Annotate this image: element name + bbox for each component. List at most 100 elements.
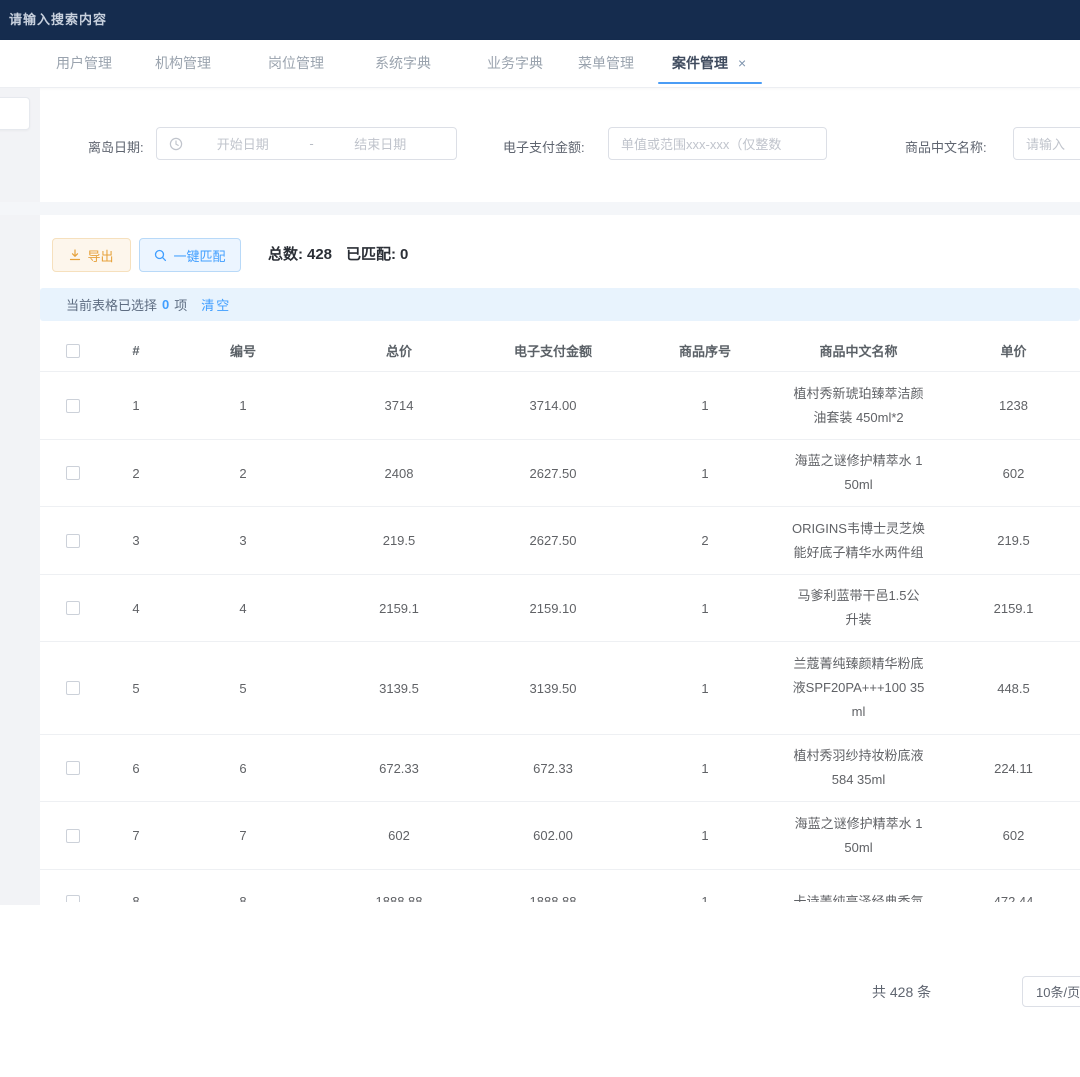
cell-total: 1888.88 [320,870,478,902]
collapse-toggle[interactable] [0,97,30,130]
cell-index: 3 [106,507,166,574]
cell-seq: 1 [628,802,782,869]
cell-unit-price: 472.44 [935,870,1080,902]
global-search-input[interactable]: 请输入搜索内容 [9,9,107,28]
tab-business-dict[interactable]: 业务字典 [487,40,543,87]
cell-product-name: 海蓝之谜修护精萃水 150ml [792,812,926,860]
tab-menu-management[interactable]: 菜单管理 [578,40,634,87]
cell-code: 6 [166,735,320,801]
case-management-page: { "topbar": { "search_placeholder": "请输入… [0,0,1080,1077]
cell-payment: 3714.00 [478,372,628,439]
cell-seq: 2 [628,507,782,574]
cell-code: 5 [166,642,320,734]
date-filter-label: 离岛日期: [88,137,144,156]
clear-selection-link[interactable]: 清空 [201,295,231,314]
cell-seq: 1 [628,575,782,641]
product-name-placeholder: 请输入 [1026,134,1065,153]
cell-product-name: 植村秀新琥珀臻萃洁颜油套装 450ml*2 [792,382,926,430]
cell-seq: 1 [628,440,782,506]
cell-product-name: 植村秀羽纱持妆粉底液 584 35ml [792,744,926,792]
start-date-placeholder[interactable]: 开始日期 [183,134,303,153]
amount-filter-label: 电子支付金额: [503,137,585,156]
section-gap [0,202,1080,215]
cell-index: 5 [106,642,166,734]
page-size-select[interactable]: 10条/页 [1022,976,1080,1007]
cell-code: 7 [166,802,320,869]
header-index: # [106,330,166,371]
tab-post-management[interactable]: 岗位管理 [268,40,324,87]
cell-unit-price: 448.5 [935,642,1080,734]
total-value: 428 [307,246,332,263]
table-row: 1 1 3714 3714.00 1 植村秀新琥珀臻萃洁颜油套装 450ml*2… [40,372,1080,440]
cell-payment: 602.00 [478,802,628,869]
selection-count: 0 [162,297,169,312]
table-header-row: # 编号 总价 电子支付金额 商品序号 商品中文名称 单价 [40,330,1080,372]
cell-index: 8 [106,870,166,902]
end-date-placeholder[interactable]: 结束日期 [321,134,441,153]
cell-unit-price: 1238 [935,372,1080,439]
cell-payment: 2627.50 [478,440,628,506]
header-name: 商品中文名称 [782,330,935,371]
table-row: 2 2 2408 2627.50 1 海蓝之谜修护精萃水 150ml 602 [40,440,1080,507]
cell-index: 1 [106,372,166,439]
table-row: 5 5 3139.5 3139.50 1 兰蔻菁纯臻颜精华粉底液SPF20PA+… [40,642,1080,735]
one-click-match-button[interactable]: 一键匹配 [139,238,241,272]
row-checkbox[interactable] [66,761,80,775]
product-name-filter-label: 商品中文名称: [905,137,987,156]
cell-product-name: 马爹利蓝带干邑1.5公升装 [792,584,926,632]
payment-amount-input[interactable]: 单值或范围xxx-xxx（仅整数 [608,127,827,160]
row-checkbox[interactable] [66,829,80,843]
header-payment: 电子支付金额 [478,330,628,371]
matched-label: 已匹配: [346,246,396,263]
tab-case-management[interactable]: 案件管理 × [672,40,746,87]
product-name-input[interactable]: 请输入 [1013,127,1080,160]
row-checkbox[interactable] [66,681,80,695]
export-button[interactable]: 导出 [52,238,131,272]
cell-total: 672.33 [320,735,478,801]
cell-total: 2408 [320,440,478,506]
tab-user-management[interactable]: 用户管理 [56,40,112,87]
cell-product-name: ORIGINS韦博士灵芝焕能好底子精华水两件组 [792,517,926,565]
top-navbar: 请输入搜索内容 [0,0,1080,40]
tab-bar: 用户管理 机构管理 岗位管理 系统字典 业务字典 菜单管理 案件管理 × [0,40,1080,88]
row-checkbox[interactable] [66,466,80,480]
cell-total: 219.5 [320,507,478,574]
cell-unit-price: 602 [935,440,1080,506]
close-icon[interactable]: × [738,55,746,71]
row-checkbox[interactable] [66,399,80,413]
cell-total: 3139.5 [320,642,478,734]
cell-product-name: 兰蔻菁纯臻颜精华粉底液SPF20PA+++100 35ml [792,652,926,724]
search-icon [154,249,167,262]
total-label: 总数: [268,246,303,263]
clock-icon [169,137,183,151]
cell-payment: 3139.50 [478,642,628,734]
select-all-checkbox[interactable] [66,344,80,358]
cell-index: 4 [106,575,166,641]
cell-seq: 1 [628,372,782,439]
download-icon [69,249,81,261]
table-row: 3 3 219.5 2627.50 2 ORIGINS韦博士灵芝焕能好底子精华水… [40,507,1080,575]
pagination-total: 共 428 条 [872,982,931,1002]
tab-org-management[interactable]: 机构管理 [155,40,211,87]
cell-total: 3714 [320,372,478,439]
export-button-label: 导出 [87,246,113,265]
cell-index: 7 [106,802,166,869]
tab-case-management-label: 案件管理 [672,55,728,71]
cell-index: 6 [106,735,166,801]
row-checkbox[interactable] [66,895,80,903]
cell-unit-price: 224.11 [935,735,1080,801]
match-button-label: 一键匹配 [173,246,225,265]
row-checkbox[interactable] [66,601,80,615]
date-range-input[interactable]: 开始日期 - 结束日期 [156,127,457,160]
tab-system-dict[interactable]: 系统字典 [375,40,431,87]
cell-unit-price: 2159.1 [935,575,1080,641]
row-checkbox[interactable] [66,534,80,548]
cell-code: 3 [166,507,320,574]
selection-bar: 当前表格已选择 0 项 清空 [40,288,1080,321]
cell-payment: 2159.10 [478,575,628,641]
cell-seq: 1 [628,642,782,734]
cell-index: 2 [106,440,166,506]
active-tab-underline [658,82,762,84]
cell-unit-price: 602 [935,802,1080,869]
cell-payment: 672.33 [478,735,628,801]
